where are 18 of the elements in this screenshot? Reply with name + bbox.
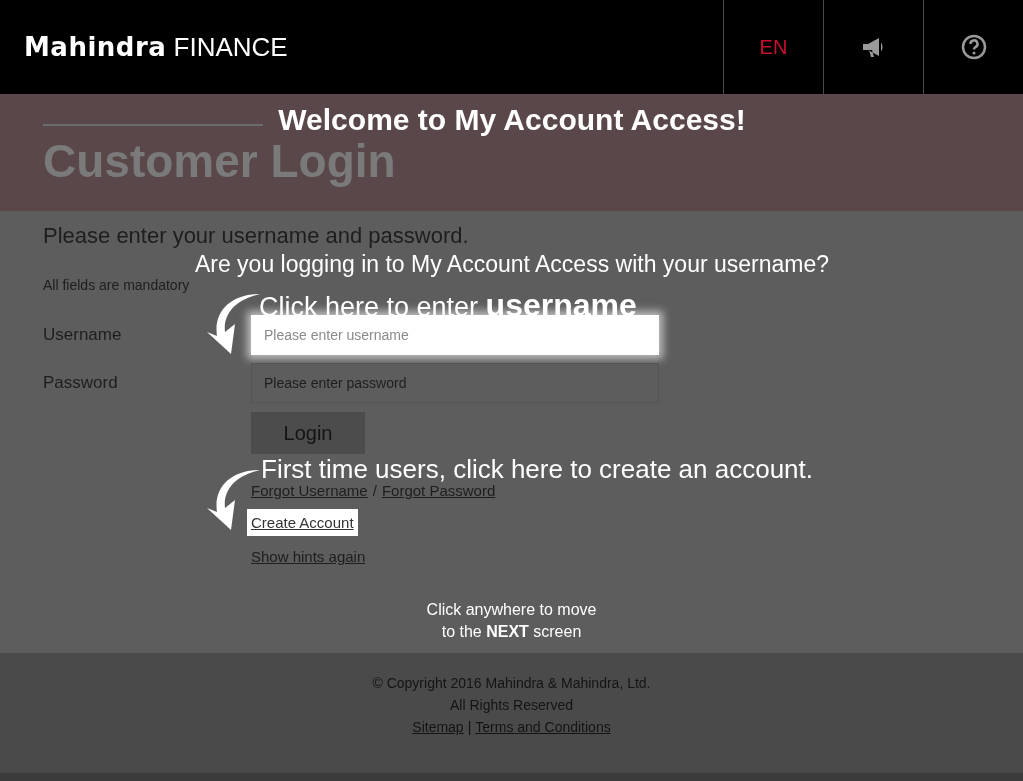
separator: |: [467, 719, 472, 735]
mandatory-note: All fields are mandatory: [43, 277, 191, 293]
field-label: Password: [43, 373, 119, 393]
separator: /: [372, 482, 377, 499]
create-account-link[interactable]: Create Account: [247, 509, 358, 536]
tour-question: Are you logging in to My Account Access with your username?: [193, 252, 831, 278]
show-hints-link[interactable]: Show hints again: [251, 548, 366, 565]
login-button[interactable]: Login: [251, 412, 365, 454]
next-screen-hint[interactable]: Click anywhere to move to the NEXT screen: [0, 599, 1023, 643]
instructions: Please enter your username and password.: [43, 225, 469, 247]
forgot-link[interactable]: Forgot Username: [251, 482, 368, 499]
tour-hint: First time users, click here to create an account.: [261, 456, 813, 482]
logo[interactable]: Mahindra FINANCE: [24, 31, 288, 63]
help-icon: [960, 34, 987, 60]
tour-title: Welcome to My Account Access!: [277, 104, 747, 136]
input-field[interactable]: Please enter password: [251, 363, 659, 403]
field-label: Username: [43, 325, 123, 345]
forgot-link[interactable]: Forgot Password: [381, 482, 496, 499]
